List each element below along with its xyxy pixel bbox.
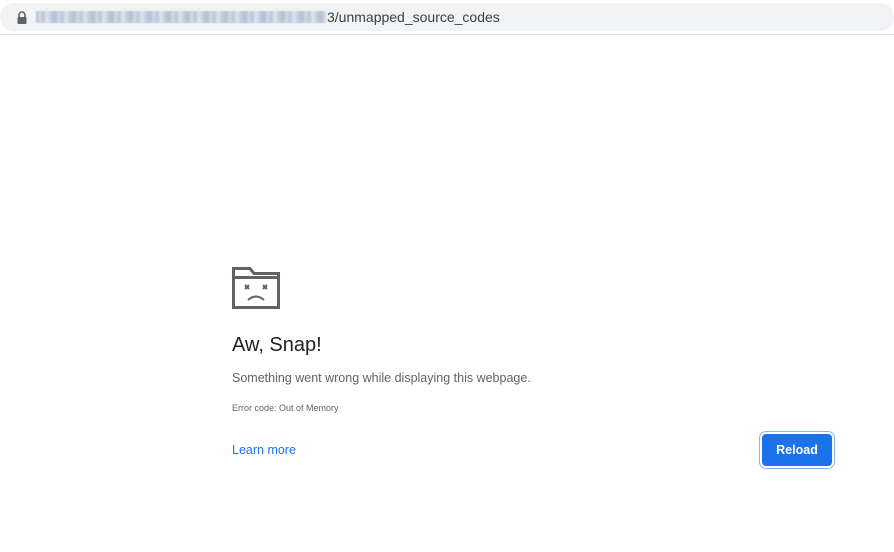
learn-more-link[interactable]: Learn more <box>232 442 296 458</box>
url-path: 3/unmapped_source_codes <box>327 9 500 25</box>
omnibox[interactable]: 3/unmapped_source_codes <box>0 3 894 31</box>
error-title: Aw, Snap! <box>232 334 322 356</box>
error-code: Error code: Out of Memory <box>232 403 339 413</box>
url-redacted-region <box>36 11 326 23</box>
error-message: Something went wrong while displaying th… <box>232 371 531 385</box>
sad-tab-icon <box>232 267 280 309</box>
reload-button[interactable]: Reload <box>762 434 832 466</box>
lock-icon[interactable] <box>16 11 28 25</box>
address-bar: 3/unmapped_source_codes <box>0 0 894 35</box>
browser-page: 3/unmapped_source_codes Aw, Snap! Someth… <box>0 0 894 552</box>
url-text[interactable]: 3/unmapped_source_codes <box>36 9 500 25</box>
